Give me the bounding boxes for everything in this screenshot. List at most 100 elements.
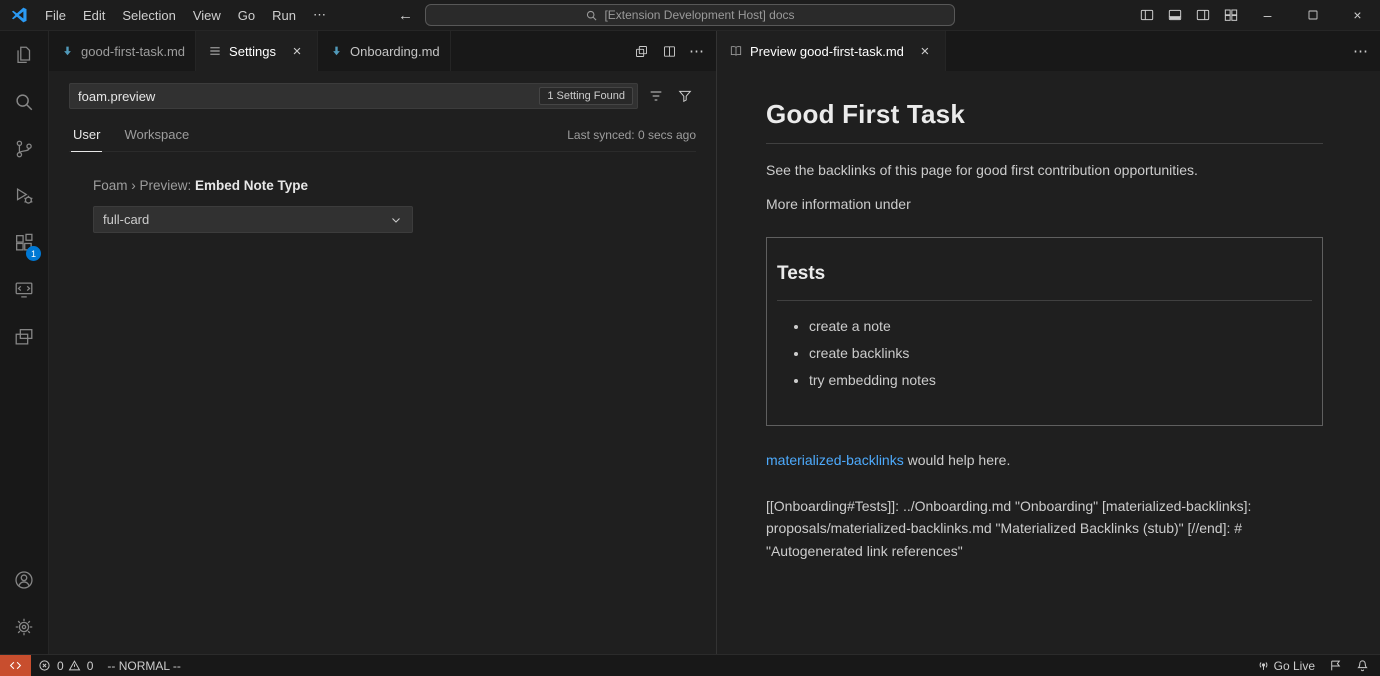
- setting-name: Embed Note Type: [195, 178, 308, 193]
- markdown-preview: Good First Task See the backlinks of thi…: [717, 71, 1380, 654]
- clear-search-filters-icon[interactable]: [645, 85, 667, 107]
- filter-settings-icon[interactable]: [674, 85, 696, 107]
- select-value: full-card: [103, 212, 149, 227]
- markdown-preview-icon: [729, 44, 743, 58]
- tab-bar-right: Preview good-first-task.md × ⋯: [717, 31, 1380, 71]
- editor-actions-left: ⋯: [628, 31, 716, 71]
- search-icon: [585, 9, 598, 22]
- tab-label: good-first-task.md: [81, 44, 185, 59]
- editor-group-right: Preview good-first-task.md × ⋯ Good Firs…: [717, 31, 1380, 654]
- settings-search-input[interactable]: [78, 89, 533, 104]
- maximize-button[interactable]: [1290, 0, 1335, 30]
- embed-note-type-select[interactable]: full-card: [93, 206, 413, 233]
- tab-good-first-task[interactable]: good-first-task.md: [49, 31, 196, 71]
- search-view-icon[interactable]: [0, 78, 48, 125]
- list-item: create a note: [809, 316, 1312, 337]
- remote-explorer-icon[interactable]: [0, 266, 48, 313]
- preview-paragraph: More information under: [766, 194, 1323, 215]
- list-item: create backlinks: [809, 343, 1312, 364]
- extensions-icon[interactable]: 1: [0, 219, 48, 266]
- error-icon: [38, 659, 51, 672]
- close-window-button[interactable]: ×: [1335, 0, 1380, 30]
- status-bar: 0 0 -- NORMAL -- Go Live: [0, 654, 1380, 676]
- settings-list-icon: [208, 44, 222, 58]
- vscode-window: File Edit Selection View Go Run ⋯ ← → [E…: [0, 0, 1380, 676]
- run-and-debug-icon[interactable]: [0, 172, 48, 219]
- more-actions-icon[interactable]: ⋯: [684, 38, 710, 64]
- markdown-file-icon: [61, 45, 74, 58]
- menu-view[interactable]: View: [185, 5, 229, 26]
- activity-bar: 1: [0, 31, 49, 654]
- back-icon[interactable]: ←: [398, 7, 413, 24]
- broadcast-icon: [1257, 659, 1270, 672]
- preview-paragraph: See the backlinks of this page for good …: [766, 160, 1323, 181]
- settings-scope-tabs: User Workspace Last synced: 0 secs ago: [69, 121, 696, 152]
- error-count: 0: [57, 659, 64, 673]
- problems-indicator[interactable]: 0 0: [31, 655, 100, 676]
- editor-group-left: good-first-task.md Settings × Onboarding…: [49, 31, 717, 654]
- settings-scope-workspace[interactable]: Workspace: [120, 121, 193, 151]
- editor-actions-right: ⋯: [1348, 31, 1380, 71]
- command-center-search[interactable]: [Extension Development Host] docs: [425, 4, 955, 26]
- link-references-text: [[Onboarding#Tests]]: ../Onboarding.md "…: [766, 495, 1311, 563]
- feedback-icon[interactable]: [1322, 655, 1349, 676]
- markdown-file-icon: [330, 45, 343, 58]
- tab-label: Settings: [229, 44, 276, 59]
- manage-settings-gear-icon[interactable]: [0, 603, 48, 650]
- setting-title: Foam › Preview: Embed Note Type: [93, 178, 696, 193]
- menu-run[interactable]: Run: [264, 5, 304, 26]
- link-tail-text: would help here.: [904, 452, 1011, 468]
- window-controls: – ×: [1133, 0, 1380, 30]
- setting-category: Foam › Preview:: [93, 178, 195, 193]
- menu-bar: File Edit Selection View Go Run ⋯: [0, 4, 334, 26]
- source-control-icon[interactable]: [0, 125, 48, 172]
- settings-found-badge: 1 Setting Found: [539, 87, 633, 105]
- vim-mode-indicator[interactable]: -- NORMAL --: [100, 655, 188, 676]
- menu-edit[interactable]: Edit: [75, 5, 113, 26]
- embedded-note-card: Tests create a note create backlinks try…: [766, 237, 1323, 426]
- toggle-primary-sidebar-icon[interactable]: [1133, 0, 1161, 30]
- menu-go[interactable]: Go: [230, 5, 263, 26]
- open-settings-json-icon[interactable]: [628, 38, 654, 64]
- tab-settings[interactable]: Settings ×: [196, 31, 318, 71]
- tab-onboarding[interactable]: Onboarding.md: [318, 31, 451, 71]
- toggle-panel-icon[interactable]: [1161, 0, 1189, 30]
- preview-heading: Good First Task: [766, 95, 1323, 144]
- close-tab-icon[interactable]: ×: [287, 41, 307, 61]
- windows-icon[interactable]: [0, 313, 48, 360]
- setting-item-embed-note-type: Foam › Preview: Embed Note Type full-car…: [93, 178, 696, 233]
- menu-more-icon[interactable]: ⋯: [305, 4, 334, 26]
- minimize-button[interactable]: –: [1245, 0, 1290, 30]
- accounts-icon[interactable]: [0, 556, 48, 603]
- more-actions-icon[interactable]: ⋯: [1348, 38, 1374, 64]
- extensions-badge: 1: [26, 246, 41, 261]
- notifications-bell-icon[interactable]: [1349, 655, 1376, 676]
- tab-preview-good-first-task[interactable]: Preview good-first-task.md ×: [717, 31, 946, 71]
- toggle-secondary-sidebar-icon[interactable]: [1189, 0, 1217, 30]
- tab-label: Preview good-first-task.md: [750, 44, 904, 59]
- remote-indicator[interactable]: [0, 655, 31, 676]
- go-live-button[interactable]: Go Live: [1250, 655, 1322, 676]
- list-item: try embedding notes: [809, 370, 1312, 391]
- tab-bar-left: good-first-task.md Settings × Onboarding…: [49, 31, 716, 71]
- warning-icon: [68, 659, 81, 672]
- menu-file[interactable]: File: [37, 5, 74, 26]
- customize-layout-icon[interactable]: [1217, 0, 1245, 30]
- split-editor-icon[interactable]: [656, 38, 682, 64]
- embed-card-list: create a note create backlinks try embed…: [777, 316, 1312, 391]
- materialized-backlinks-link[interactable]: materialized-backlinks: [766, 452, 904, 468]
- vscode-logo-icon: [10, 6, 28, 24]
- explorer-icon[interactable]: [0, 31, 48, 78]
- tab-label: Onboarding.md: [350, 44, 440, 59]
- embed-card-heading: Tests: [777, 260, 1312, 301]
- menu-selection[interactable]: Selection: [114, 5, 183, 26]
- chevron-down-icon: [389, 213, 403, 227]
- settings-scope-user[interactable]: User: [69, 121, 104, 151]
- workbench: 1: [0, 31, 1380, 654]
- close-tab-icon[interactable]: ×: [915, 41, 935, 61]
- settings-editor: 1 Setting Found User Workspace Last sync…: [49, 71, 716, 654]
- go-live-label: Go Live: [1274, 659, 1315, 673]
- preview-link-paragraph: materialized-backlinks would help here.: [766, 450, 1323, 471]
- settings-last-synced: Last synced: 0 secs ago: [567, 128, 696, 151]
- command-center-label: [Extension Development Host] docs: [604, 8, 794, 22]
